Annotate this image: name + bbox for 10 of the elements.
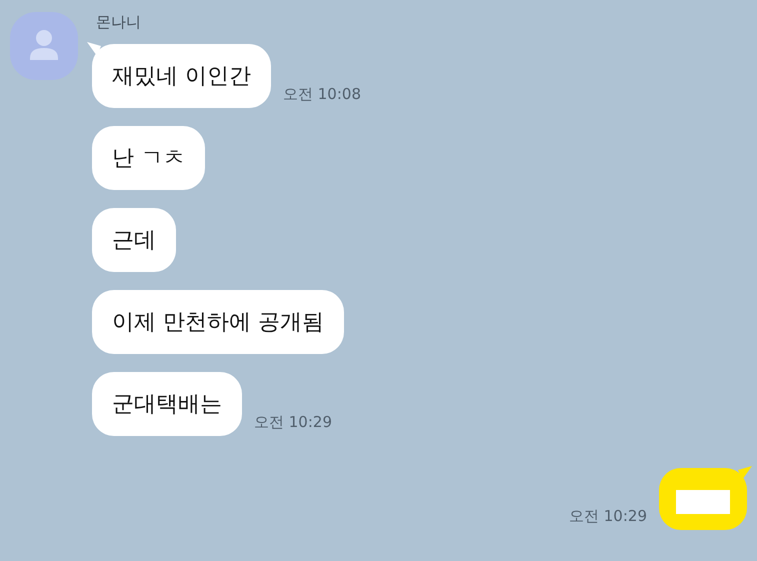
message-bubble: 이제 만천하에 공개됨 xyxy=(92,290,344,354)
message-time: 오전 10:29 xyxy=(569,507,647,526)
message-bubble: 군대택배는 xyxy=(92,372,242,436)
message-time: 오전 10:29 xyxy=(254,413,332,432)
sender-name: 몬나니 xyxy=(96,12,141,32)
avatar-icon xyxy=(10,12,78,80)
message-time: 오전 10:08 xyxy=(283,85,361,104)
message-bubble: 난 ㄱㅊ xyxy=(92,126,205,190)
message-bubble: 근데 xyxy=(92,208,176,272)
bubble-tail xyxy=(87,42,101,56)
